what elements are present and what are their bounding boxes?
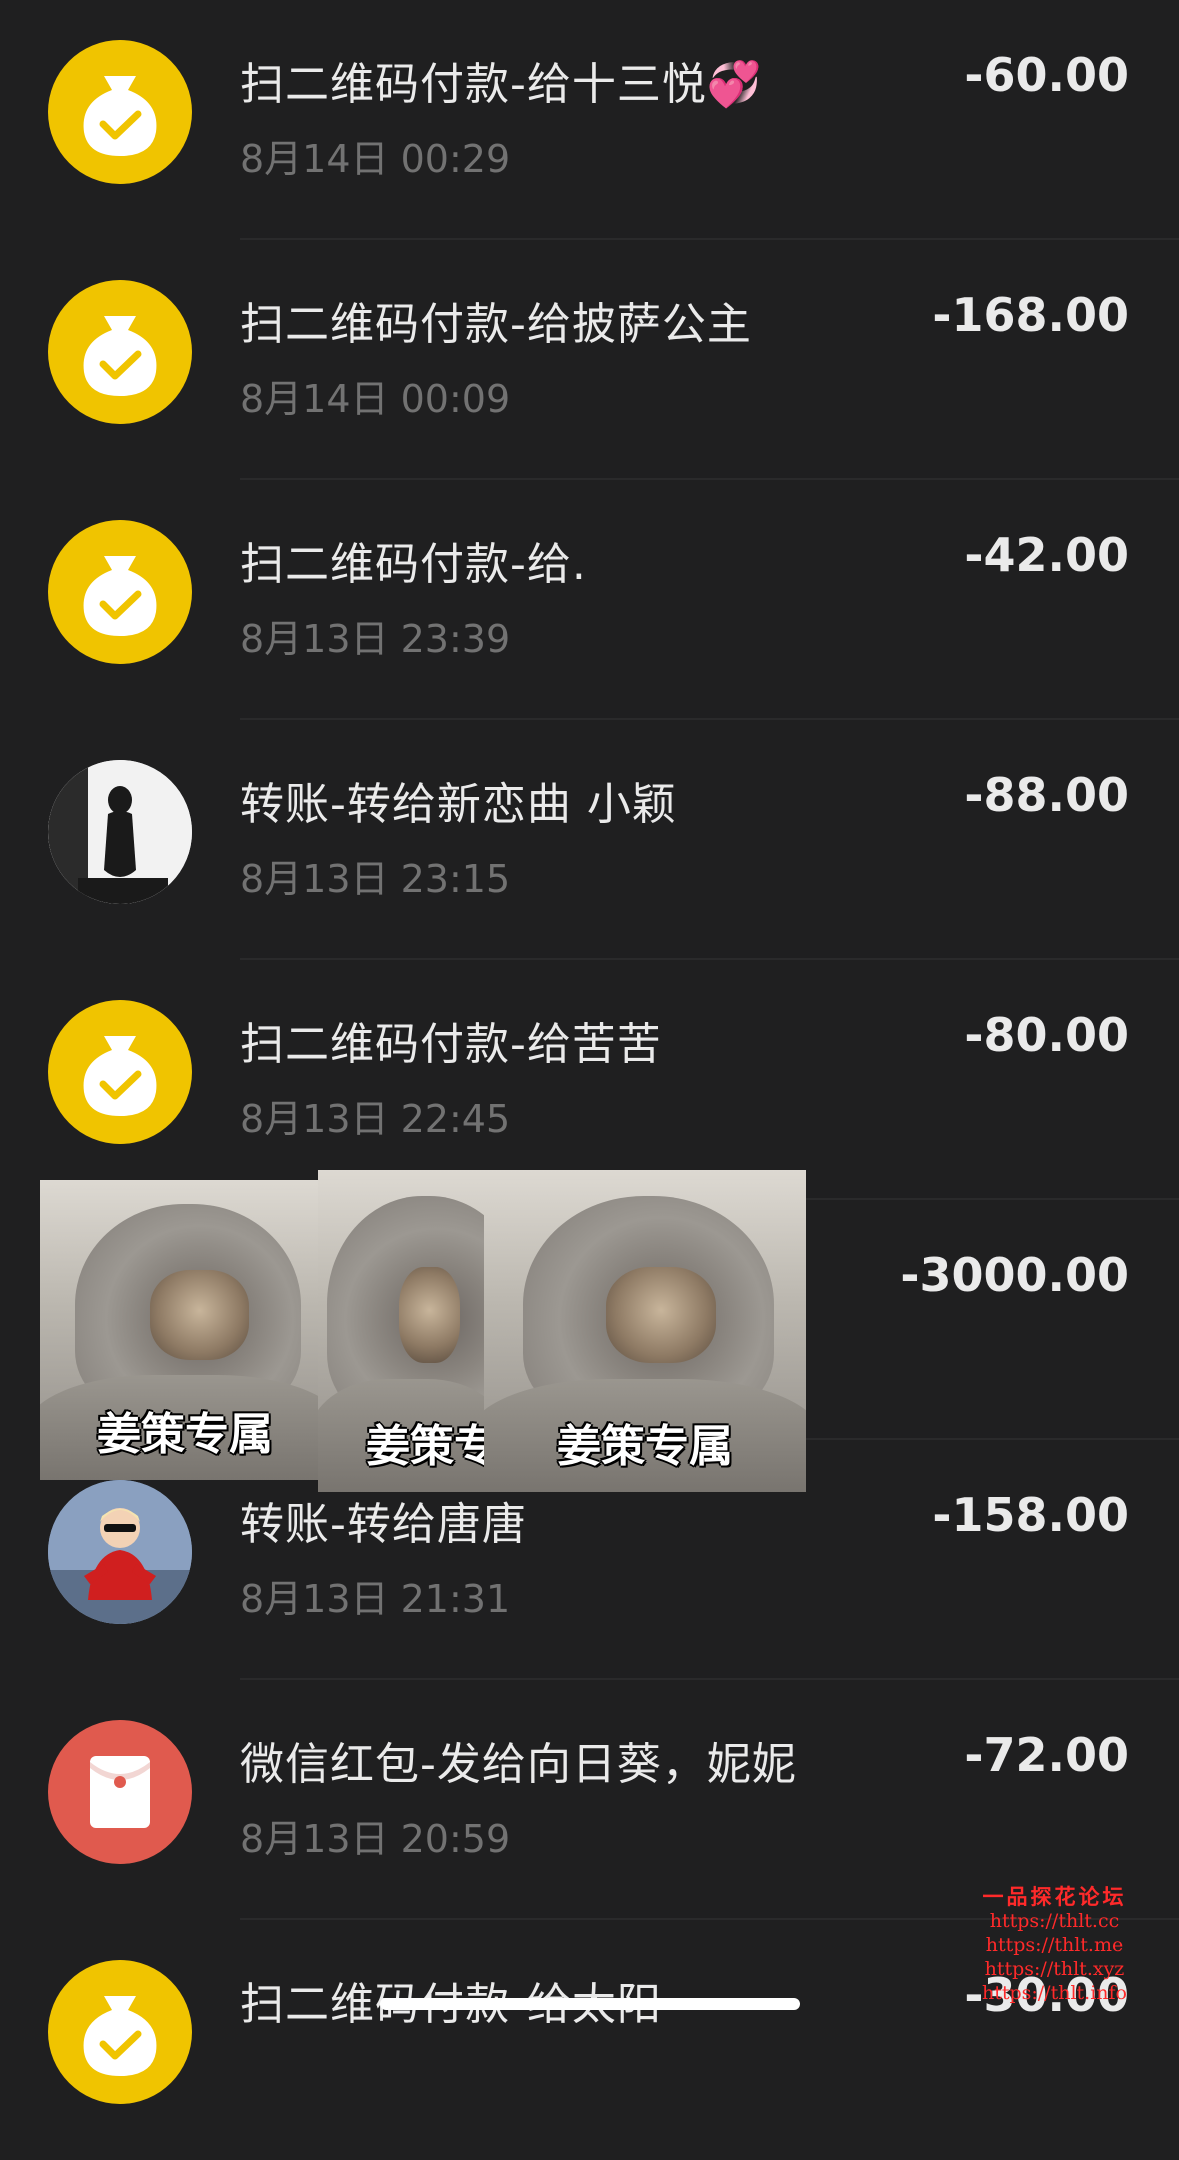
transaction-amount: -168.00 — [932, 288, 1129, 342]
watermark: 一品探花论坛 https://thlt.cc https://thlt.me h… — [982, 1885, 1127, 2005]
watermark-url: https://thlt.cc — [989, 1910, 1120, 1932]
money-bag-icon — [48, 280, 192, 424]
money-bag-icon — [48, 520, 192, 664]
transaction-amount: -42.00 — [964, 528, 1129, 582]
transaction-row[interactable]: 扫二维码付款-给十三悦💞 8月14日 00:29 -60.00 — [0, 0, 1179, 240]
transaction-amount: -72.00 — [964, 1728, 1129, 1782]
money-bag-icon — [48, 1000, 192, 1144]
transaction-title: 转账-转给唐唐 — [240, 1499, 527, 1550]
sticker-caption: 姜策专 — [366, 1421, 498, 1472]
transaction-amount: -60.00 — [964, 48, 1129, 102]
transaction-row[interactable]: 扫二维码付款-给. 8月13日 23:39 -42.00 — [0, 480, 1179, 720]
transaction-amount: -88.00 — [964, 768, 1129, 822]
transaction-title: 转账-转给新恋曲 小颖 — [240, 779, 677, 830]
transaction-row[interactable]: 扫二维码付款-给苦苦 8月13日 22:45 -80.00 — [0, 960, 1179, 1200]
cat-sticker: 姜策专属 — [484, 1170, 806, 1492]
home-indicator[interactable] — [380, 1998, 800, 2010]
transaction-title: 扫二维码付款-给苦苦 — [240, 1019, 662, 1070]
money-bag-icon — [48, 1960, 192, 2104]
transaction-time: 8月14日 00:09 — [240, 377, 511, 421]
sticker-caption: 姜策专属 — [97, 1409, 273, 1460]
watermark-url: https://thlt.info — [981, 1982, 1127, 2004]
transaction-row[interactable]: 转账-转给新恋曲 小颖 8月13日 23:15 -88.00 — [0, 720, 1179, 960]
transaction-title: 扫二维码付款-给十三悦💞 — [240, 59, 763, 110]
avatar — [48, 1480, 192, 1624]
transaction-time: 8月13日 21:31 — [240, 1577, 511, 1621]
watermark-url: https://thlt.me — [985, 1934, 1124, 1956]
transaction-time: 8月13日 23:15 — [240, 857, 511, 901]
transaction-title: 扫二维码付款-给. — [240, 539, 587, 590]
transaction-title: 扫二维码付款-给披萨公主 — [240, 299, 752, 350]
watermark-url: https://thlt.xyz — [984, 1958, 1125, 1980]
transaction-amount: -80.00 — [964, 1008, 1129, 1062]
transaction-row[interactable]: 扫二维码付款-给披萨公主 8月14日 00:09 -168.00 — [0, 240, 1179, 480]
red-packet-icon — [48, 1720, 192, 1864]
money-bag-icon — [48, 40, 192, 184]
watermark-title: 一品探花论坛 — [982, 1884, 1127, 1909]
transaction-time: 8月13日 23:39 — [240, 617, 511, 661]
avatar — [48, 760, 192, 904]
transaction-time: 8月13日 22:45 — [240, 1097, 511, 1141]
cat-sticker: 姜策专属 — [40, 1180, 330, 1480]
sticker-caption: 姜策专属 — [557, 1421, 733, 1472]
transaction-amount: -158.00 — [932, 1488, 1129, 1542]
transaction-title: 微信红包-发给向日葵，妮妮 — [240, 1739, 797, 1790]
transaction-amount: -3000.00 — [900, 1248, 1129, 1302]
transaction-time: 8月14日 00:29 — [240, 137, 511, 181]
transaction-time: 8月13日 20:59 — [240, 1817, 511, 1861]
cat-sticker: 姜策专 — [318, 1170, 498, 1492]
